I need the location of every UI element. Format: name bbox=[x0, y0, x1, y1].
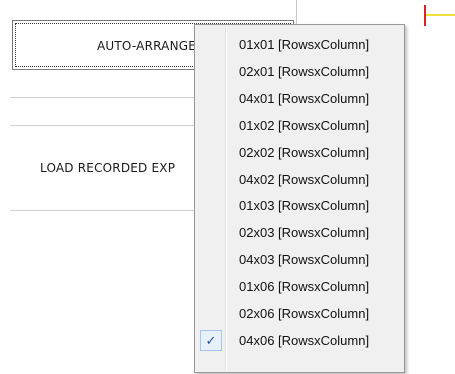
menu-item-label: 04x06 [RowsxColumn] bbox=[239, 333, 370, 348]
menu-item[interactable]: 02x01 [RowsxColumn] bbox=[197, 60, 402, 84]
menu-item[interactable]: ✓ 04x06 [RowsxColumn] bbox=[197, 329, 402, 353]
menu-item[interactable]: 04x03 [RowsxColumn] bbox=[197, 248, 402, 272]
menu-item-label: 01x02 [RowsxColumn] bbox=[239, 118, 370, 133]
check-icon: ✓ bbox=[200, 330, 222, 351]
auto-arrange-label: AUTO-ARRANGE bbox=[97, 39, 197, 53]
menu-item[interactable]: 04x02 [RowsxColumn] bbox=[197, 168, 402, 192]
menu-item-label: 02x03 [RowsxColumn] bbox=[239, 225, 370, 240]
menu-item[interactable]: 02x02 [RowsxColumn] bbox=[197, 141, 402, 165]
top-border bbox=[0, 0, 300, 3]
menu-item-label: 04x01 [RowsxColumn] bbox=[239, 91, 370, 106]
menu-item[interactable]: 04x01 [RowsxColumn] bbox=[197, 87, 402, 111]
menu-item-label: 04x03 [RowsxColumn] bbox=[239, 252, 370, 267]
menu-item-label: 01x01 [RowsxColumn] bbox=[239, 37, 370, 52]
load-recorded-label: LOAD RECORDED EXP bbox=[40, 161, 176, 175]
menu-item-label: 02x02 [RowsxColumn] bbox=[239, 145, 370, 160]
menu-item[interactable]: 02x06 [RowsxColumn] bbox=[197, 302, 402, 326]
layout-dropdown-menu: 01x01 [RowsxColumn] 02x01 [RowsxColumn] 04… bbox=[194, 24, 405, 373]
menu-item-label: 02x06 [RowsxColumn] bbox=[239, 306, 370, 321]
menu-item[interactable]: 01x01 [RowsxColumn] bbox=[197, 33, 402, 57]
menu-item-label: 01x06 [RowsxColumn] bbox=[239, 279, 370, 294]
menu-item[interactable]: 01x02 [RowsxColumn] bbox=[197, 114, 402, 138]
yellow-marker-line bbox=[426, 14, 455, 16]
menu-item-label: 01x03 [RowsxColumn] bbox=[239, 198, 370, 213]
menu-item[interactable]: 01x06 [RowsxColumn] bbox=[197, 275, 402, 299]
menu-item-label: 04x02 [RowsxColumn] bbox=[239, 172, 370, 187]
menu-item[interactable]: 02x03 [RowsxColumn] bbox=[197, 221, 402, 245]
menu-item[interactable]: 01x03 [RowsxColumn] bbox=[197, 194, 402, 218]
menu-item-label: 02x01 [RowsxColumn] bbox=[239, 64, 370, 79]
